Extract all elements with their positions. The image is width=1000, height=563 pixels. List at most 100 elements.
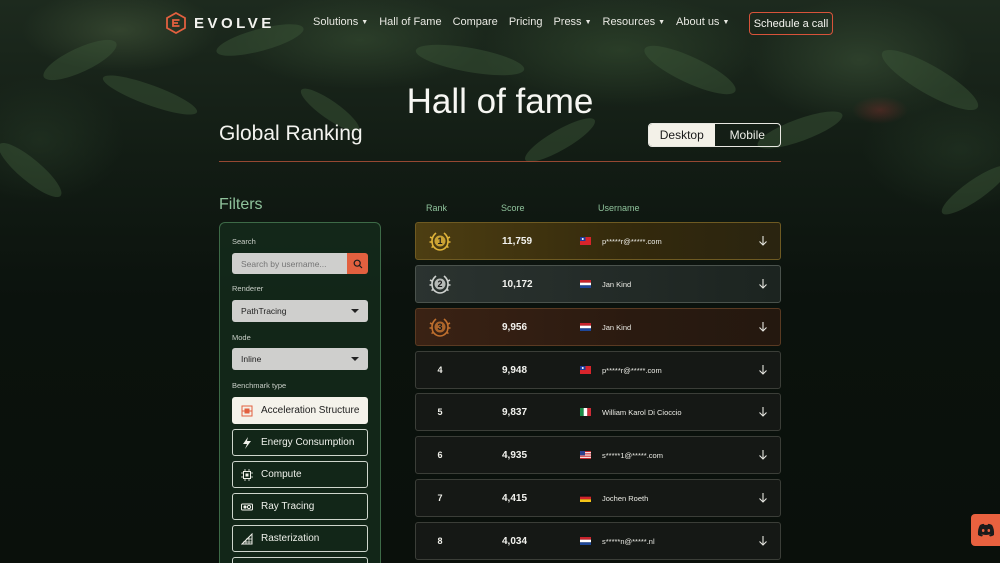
search-button[interactable] — [347, 253, 368, 274]
discord-button[interactable] — [971, 514, 1000, 546]
username-value: Jochen Roeth — [602, 493, 649, 503]
table-row[interactable]: 8 4,034 s*****n@*****.nl — [415, 522, 781, 560]
tab-desktop[interactable]: Desktop — [649, 124, 715, 146]
rank-value: 1 — [437, 236, 443, 246]
renderer-label: Renderer — [232, 284, 264, 293]
rank-cell: 1 — [425, 223, 455, 259]
taiwan-flag-icon — [580, 237, 591, 245]
expand-arrow-icon[interactable] — [758, 278, 768, 290]
table-row[interactable]: 7 4,415 Jochen Roeth — [415, 479, 781, 517]
score-value: 4,935 — [502, 449, 528, 461]
rank-value: 4 — [437, 365, 443, 375]
column-header-score: Score — [501, 203, 525, 213]
expand-arrow-icon[interactable] — [758, 321, 768, 333]
renderer-value: PathTracing — [241, 306, 287, 316]
rank-value: 5 — [437, 407, 443, 417]
score-value: 9,837 — [502, 406, 528, 418]
section-divider — [219, 161, 781, 162]
netherlands-flag-icon — [580, 323, 591, 331]
column-header-rank: Rank — [426, 203, 448, 213]
nav-item-about-us[interactable]: About us ▼ — [676, 16, 729, 28]
table-row[interactable]: 4 9,948 p*****r@*****.com — [415, 351, 781, 389]
username-value: Jan Kind — [602, 322, 632, 332]
evolve-logo-icon — [166, 12, 186, 34]
benchmark-acceleration-structure[interactable]: Acceleration Structure — [232, 397, 368, 424]
lightning-icon — [243, 436, 251, 449]
renderer-select[interactable]: PathTracing — [232, 300, 368, 322]
netherlands-flag-icon — [580, 280, 591, 288]
rank-value: 6 — [437, 450, 443, 460]
benchmark-type-label: Benchmark type — [232, 381, 287, 390]
nav-item-compare[interactable]: Compare — [453, 16, 498, 28]
rank-cell: 5 — [425, 394, 455, 430]
rank-cell: 6 — [425, 437, 455, 473]
score-value: 10,172 — [502, 278, 533, 290]
schedule-call-button[interactable]: Schedule a call — [749, 12, 833, 35]
score-value: 4,415 — [502, 492, 528, 504]
mode-select[interactable]: Inline — [232, 348, 368, 370]
search-icon — [353, 259, 362, 268]
nav-item-hall-of-fame[interactable]: Hall of Fame — [379, 16, 441, 28]
netherlands-flag-icon — [580, 537, 591, 545]
nav-item-press[interactable]: Press ▼ — [553, 16, 591, 28]
expand-arrow-icon[interactable] — [758, 235, 768, 247]
main-menu: Solutions ▼ Hall of Fame Compare Pricing … — [313, 16, 740, 28]
username-value: s*****1@*****.com — [602, 450, 663, 460]
username-value: p*****r@*****.com — [602, 365, 662, 375]
mode-label: Mode — [232, 333, 251, 342]
score-value: 9,956 — [502, 321, 528, 333]
brand-logo[interactable]: EVOLVE — [166, 12, 275, 34]
expand-arrow-icon[interactable] — [758, 364, 768, 376]
mode-value: Inline — [241, 354, 262, 364]
rank-cell: 4 — [425, 352, 455, 388]
germany-flag-icon — [580, 494, 591, 502]
benchmark-more[interactable] — [232, 557, 368, 563]
score-value: 4,034 — [502, 535, 528, 547]
rank-value: 2 — [437, 279, 443, 289]
taiwan-flag-icon — [580, 366, 591, 374]
nav-item-resources[interactable]: Resources ▼ — [603, 16, 666, 28]
username-value: William Karol Di Cioccio — [602, 407, 682, 417]
table-row[interactable]: 3 9,956 Jan Kind — [415, 308, 781, 346]
rank-cell: 8 — [425, 523, 455, 559]
table-row[interactable]: 1 11,759 p*****r@*****.com — [415, 222, 781, 260]
ray-tracing-icon — [241, 503, 253, 510]
table-row[interactable]: 6 4,935 s*****1@*****.com — [415, 436, 781, 474]
benchmark-rasterization[interactable]: Rasterization — [232, 525, 368, 552]
brand-name: EVOLVE — [194, 14, 275, 32]
acceleration-structure-icon — [241, 405, 253, 416]
filters-panel: Search Renderer PathTracing Mode Inline … — [219, 222, 381, 563]
column-header-username: Username — [598, 203, 640, 213]
rank-cell: 2 — [425, 266, 455, 302]
search-label: Search — [232, 237, 256, 246]
chevron-down-icon: ▼ — [722, 19, 730, 26]
top-navigation: EVOLVE Solutions ▼ Hall of Fame Compare P… — [0, 0, 1000, 46]
filters-title: Filters — [219, 196, 263, 213]
rank-value: 8 — [437, 536, 443, 546]
nav-item-solutions[interactable]: Solutions ▼ — [313, 16, 368, 28]
chevron-down-icon: ▼ — [584, 19, 592, 26]
score-value: 9,948 — [502, 364, 528, 376]
expand-arrow-icon[interactable] — [758, 492, 768, 504]
search-input[interactable] — [232, 253, 347, 274]
expand-arrow-icon[interactable] — [758, 449, 768, 461]
benchmark-energy-consumption[interactable]: Energy Consumption — [232, 429, 368, 456]
rank-value: 3 — [437, 322, 443, 332]
rank-cell: 3 — [425, 309, 455, 345]
table-row[interactable]: 5 9,837 William Karol Di Cioccio — [415, 393, 781, 431]
page-title: Hall of fame — [406, 82, 594, 121]
table-row[interactable]: 2 10,172 Jan Kind — [415, 265, 781, 303]
tab-mobile[interactable]: Mobile — [715, 124, 781, 146]
username-value: p*****r@*****.com — [602, 236, 662, 246]
dropdown-arrow-icon — [351, 309, 359, 313]
benchmark-compute[interactable]: Compute — [232, 461, 368, 488]
score-value: 11,759 — [502, 235, 533, 247]
expand-arrow-icon[interactable] — [758, 535, 768, 547]
dropdown-arrow-icon — [351, 357, 359, 361]
expand-arrow-icon[interactable] — [758, 406, 768, 418]
usa-flag-icon — [580, 451, 591, 459]
rank-value: 7 — [437, 493, 443, 503]
nav-item-pricing[interactable]: Pricing — [509, 16, 543, 28]
benchmark-ray-tracing[interactable]: Ray Tracing — [232, 493, 368, 520]
username-value: Jan Kind — [602, 279, 632, 289]
